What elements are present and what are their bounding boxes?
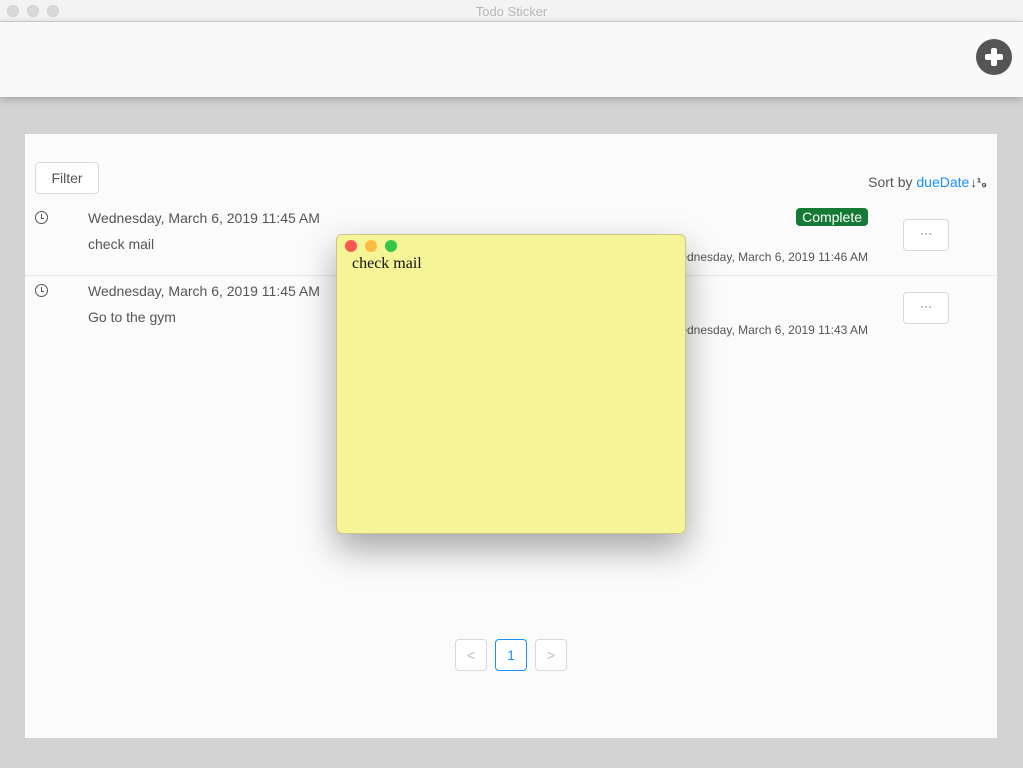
created-date: Wednesday, March 6, 2019 11:43 AM: [669, 323, 868, 337]
prev-page-button[interactable]: <: [455, 639, 487, 671]
sort-label: Sort by: [868, 174, 913, 190]
app-window: Todo Sticker Filter Sort by dueDate↓¹₉ W…: [0, 0, 1023, 768]
created-date: Wednesday, March 6, 2019 11:46 AM: [669, 250, 868, 264]
add-todo-button[interactable]: [976, 39, 1012, 75]
sticker-minimize-button[interactable]: [365, 240, 377, 252]
sort-ascending-icon[interactable]: ↓¹₉: [970, 175, 987, 190]
sort-field-link[interactable]: dueDate: [916, 174, 969, 190]
sticker-maximize-button[interactable]: [385, 240, 397, 252]
due-date: Wednesday, March 6, 2019 11:45 AM: [88, 210, 320, 226]
sort-control: Sort by dueDate↓¹₉: [868, 174, 987, 190]
sticker-window[interactable]: check mail: [336, 234, 686, 534]
status-badge: Complete: [796, 208, 868, 226]
clock-icon: [35, 284, 48, 297]
todo-name[interactable]: Go to the gym: [88, 309, 176, 325]
sticker-text[interactable]: check mail: [352, 255, 422, 273]
page-1-button[interactable]: 1: [495, 639, 527, 671]
app-header: [0, 22, 1023, 97]
todo-name[interactable]: check mail: [88, 236, 154, 252]
next-page-button[interactable]: >: [535, 639, 567, 671]
clock-icon: [35, 211, 48, 224]
window-title: Todo Sticker: [475, 4, 548, 19]
more-options-button[interactable]: ···: [903, 292, 949, 324]
filter-button[interactable]: Filter: [35, 162, 99, 194]
sticker-close-button[interactable]: [345, 240, 357, 252]
more-options-button[interactable]: ···: [903, 219, 949, 251]
title-bar: Todo Sticker: [0, 0, 1023, 22]
due-date: Wednesday, March 6, 2019 11:45 AM: [88, 283, 320, 299]
